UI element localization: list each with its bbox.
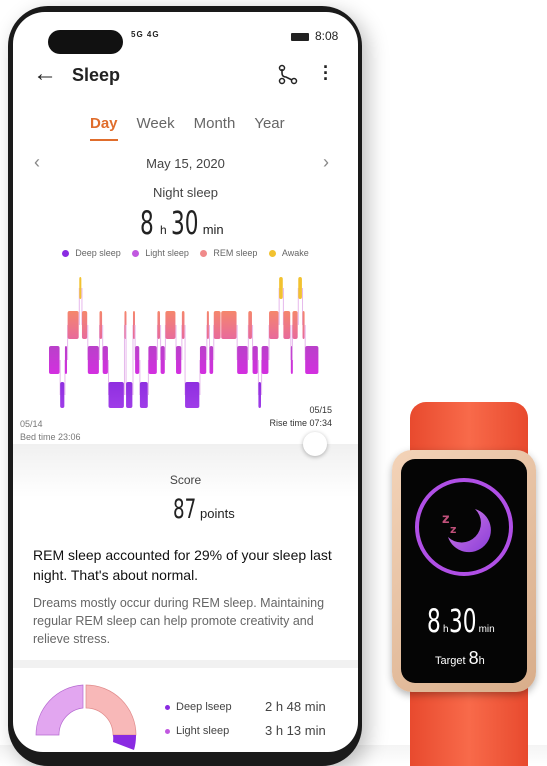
section-divider — [13, 660, 358, 668]
sleep-segment-rem — [221, 311, 237, 339]
back-arrow-icon[interactable]: ← — [33, 62, 57, 86]
watch-hours: 8 — [427, 602, 441, 640]
breakdown-deep-value: 2 h 48 min — [265, 699, 326, 714]
svg-text:z: z — [442, 512, 450, 527]
watch-target-label: Target — [435, 655, 466, 667]
sleep-segment-rem — [248, 311, 252, 339]
sleep-segment-rem — [269, 311, 279, 339]
battery-icon — [291, 33, 309, 41]
tab-day[interactable]: Day — [90, 115, 118, 141]
sleep-segment-awake — [279, 277, 283, 299]
sleep-segment-light — [49, 346, 60, 374]
sleep-segment-deep — [60, 382, 65, 408]
sleep-segment-rem — [165, 311, 176, 339]
breakdown-light-value: 3 h 13 min — [265, 723, 326, 738]
status-time: 8:08 — [315, 29, 339, 43]
date-label: May 15, 2020 — [146, 156, 225, 171]
sleep-segment-rem — [81, 311, 88, 339]
next-day-chevron-icon[interactable]: › — [323, 152, 329, 173]
donut-deep-slice — [113, 735, 137, 750]
watch-minutes: 30 — [448, 602, 477, 640]
watch-min-unit: min — [478, 624, 495, 635]
sleep-segment-rem — [292, 311, 298, 339]
sleep-segment-light — [64, 346, 68, 374]
sleep-segment-rem — [302, 311, 305, 339]
page-title: Sleep — [72, 65, 121, 85]
sleep-segment-rem — [99, 311, 103, 339]
tab-year[interactable]: Year — [254, 115, 284, 141]
legend-rem: REM sleep — [200, 248, 257, 258]
insight-headline: REM sleep accounted for 29% of your slee… — [33, 547, 332, 583]
sleep-segment-light — [102, 346, 108, 374]
score-unit: points — [200, 506, 235, 521]
sleep-segment-deep — [185, 382, 200, 408]
sleep-segment-light — [160, 346, 165, 374]
watch-target-unit: h — [478, 655, 485, 667]
chart-start: 05/14 Bed time 23:06 — [20, 418, 81, 444]
sleep-segment-light — [87, 346, 99, 374]
rise-time: Rise time 07:34 — [269, 418, 332, 428]
sleep-segment-awake — [79, 277, 82, 299]
hours-value: 8 — [140, 204, 154, 242]
sleep-segment-rem — [283, 311, 291, 339]
breakdown-deep: Deep lseep — [165, 701, 232, 713]
timeline-slider-handle[interactable] — [303, 432, 327, 456]
share-icon[interactable] — [276, 64, 300, 86]
sleep-segment-deep — [108, 382, 124, 408]
score-label: Score — [169, 473, 202, 487]
sleep-segment-light — [252, 346, 258, 374]
sleep-segment-awake — [298, 277, 302, 299]
chart-end: 05/15 Rise time 07:34 — [269, 404, 332, 430]
sleep-segment-light — [148, 346, 157, 374]
donut-rem-slice — [85, 684, 137, 736]
chart-legend: Deep sleep Light sleep REM sleep Awake — [13, 248, 358, 258]
legend-awake: Awake — [268, 248, 309, 258]
watch-h-unit: h — [443, 624, 449, 635]
minutes-unit: min — [202, 222, 224, 237]
sleep-segment-rem — [67, 311, 79, 339]
more-options-icon[interactable]: · · · — [323, 58, 329, 88]
watch-sleep-duration: 8 h30 min — [427, 602, 495, 640]
watch-target: Target 8h — [435, 648, 485, 669]
score: 87 points — [173, 494, 235, 525]
hours-unit: h — [160, 223, 167, 237]
sleep-duration: 8 h 30 min — [140, 204, 224, 242]
sleep-segment-light — [135, 346, 140, 374]
sleep-segment-light — [261, 346, 269, 374]
minutes-value: 30 — [170, 204, 199, 242]
sleep-stage-chart — [49, 277, 319, 408]
sleep-moon-icon: z z — [415, 478, 513, 576]
sleep-segment-deep — [139, 382, 148, 408]
score-value: 87 — [173, 494, 197, 525]
sleep-segment-light — [209, 346, 214, 374]
sleep-segment-rem — [157, 311, 161, 339]
end-date: 05/15 — [309, 405, 332, 415]
sleep-segment-rem — [213, 311, 221, 339]
tab-month[interactable]: Month — [194, 115, 236, 141]
bed-time: Bed time 23:06 — [20, 432, 81, 442]
signal-icon: 5G 4G — [131, 30, 160, 39]
phone-screen: 5G 4G 8:08 ← Sleep · · · Day Week Month Ye… — [13, 12, 358, 752]
sleep-segment-light — [237, 346, 248, 374]
camera-cutout — [48, 30, 123, 54]
breakdown-light: Light sleep — [165, 725, 229, 737]
sleep-segment-rem — [181, 311, 185, 339]
night-sleep-label: Night sleep — [152, 185, 219, 200]
legend-deep: Deep sleep — [62, 248, 121, 258]
sleep-breakdown-donut — [35, 684, 137, 750]
period-tabs: Day Week Month Year — [90, 115, 285, 141]
sleep-segment-light — [176, 346, 182, 374]
sleep-segment-light — [305, 346, 319, 374]
watch-target-value: 8 — [468, 648, 479, 668]
sleep-segment-deep — [258, 382, 261, 408]
sleep-segment-rem — [206, 311, 209, 339]
legend-light: Light sleep — [132, 248, 189, 258]
sleep-segment-light — [199, 346, 207, 374]
insight-body: Dreams mostly occur during REM sleep. Ma… — [33, 596, 325, 646]
tab-week[interactable]: Week — [137, 115, 175, 141]
donut-light-slice — [35, 684, 84, 736]
sleep-segment-deep — [126, 382, 133, 408]
svg-text:z: z — [450, 523, 456, 536]
start-date: 05/14 — [20, 419, 43, 429]
